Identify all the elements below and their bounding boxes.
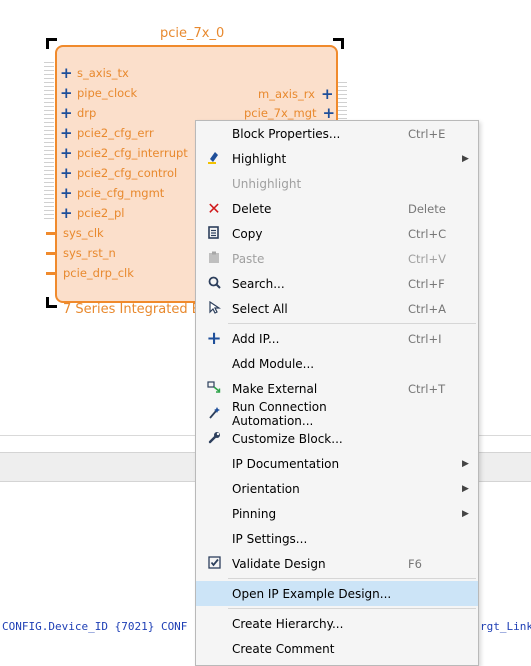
menu-item-paste[interactable]: Paste Ctrl+V: [196, 246, 478, 271]
tcl-console-line: CONFIG.Device_ID {7021} CONF: [2, 620, 188, 633]
menu-item-copy[interactable]: Copy Ctrl+C: [196, 221, 478, 246]
block-name-label: pcie_7x_0: [160, 26, 225, 41]
expand-plus-icon[interactable]: +: [60, 145, 77, 161]
search-icon: [196, 276, 232, 292]
expand-plus-icon[interactable]: +: [60, 65, 77, 81]
validate-check-icon: [196, 555, 232, 572]
expand-plus-icon[interactable]: +: [60, 185, 77, 201]
wrench-icon: [196, 431, 232, 447]
add-icon: +: [206, 327, 222, 349]
port-pcie-drp-clk[interactable]: pcie_drp_clk: [63, 263, 134, 283]
port-pipe-clock[interactable]: + pipe_clock: [60, 83, 137, 103]
select-all-icon: [196, 300, 232, 317]
pin-pcie-drp-clk[interactable]: [46, 272, 56, 275]
expand-plus-icon[interactable]: +: [60, 205, 77, 221]
interface-pins-left: [44, 62, 54, 222]
menu-item-validate-design[interactable]: Validate Design F6: [196, 551, 478, 576]
menu-item-pinning[interactable]: Pinning ▶: [196, 501, 478, 526]
menu-item-select-all[interactable]: Select All Ctrl+A: [196, 296, 478, 321]
submenu-arrow-icon: ▶: [462, 458, 469, 469]
menu-item-customize-block[interactable]: Customize Block...: [196, 426, 478, 451]
selection-corner-top-left: [46, 38, 57, 49]
menu-item-block-properties[interactable]: Block Properties... Ctrl+E: [196, 121, 478, 146]
port-pcie-cfg-mgmt[interactable]: + pcie_cfg_mgmt: [60, 183, 164, 203]
make-external-icon: [196, 380, 232, 397]
menu-item-add-ip[interactable]: + Add IP... Ctrl+I: [196, 326, 478, 351]
menu-item-make-external[interactable]: Make External Ctrl+T: [196, 376, 478, 401]
expand-plus-icon[interactable]: +: [323, 105, 340, 121]
port-s-axis-tx[interactable]: + s_axis_tx: [60, 63, 129, 83]
submenu-arrow-icon: ▶: [462, 153, 469, 164]
expand-plus-icon[interactable]: +: [60, 105, 77, 121]
port-m-axis-rx[interactable]: m_axis_rx +: [258, 84, 338, 104]
copy-icon: [196, 225, 232, 242]
paste-icon: [196, 251, 232, 267]
pin-sys-rst-n[interactable]: [46, 252, 56, 255]
context-menu: Block Properties... Ctrl+E Highlight ▶ U…: [195, 120, 479, 666]
pin-sys-clk[interactable]: [46, 232, 56, 235]
expand-plus-icon[interactable]: +: [60, 85, 77, 101]
expand-plus-icon[interactable]: +: [321, 86, 338, 102]
highlight-brush-icon: [196, 150, 232, 167]
port-sys-clk[interactable]: sys_clk: [63, 223, 104, 243]
port-pcie2-cfg-interrupt[interactable]: + pcie2_cfg_interrupt: [60, 143, 188, 163]
tcl-console-line-end: rgt_Link: [480, 620, 531, 633]
expand-plus-icon[interactable]: +: [60, 125, 77, 141]
port-sys-rst-n[interactable]: sys_rst_n: [63, 243, 116, 263]
menu-item-delete[interactable]: ✕ Delete Delete: [196, 196, 478, 221]
expand-plus-icon[interactable]: +: [60, 165, 77, 181]
delete-x-icon: ✕: [207, 198, 221, 218]
menu-item-create-comment[interactable]: Create Comment: [196, 636, 478, 661]
menu-item-create-hierarchy[interactable]: Create Hierarchy...: [196, 611, 478, 636]
port-pcie2-cfg-err[interactable]: + pcie2_cfg_err: [60, 123, 154, 143]
submenu-arrow-icon: ▶: [462, 483, 469, 494]
menu-item-search[interactable]: Search... Ctrl+F: [196, 271, 478, 296]
menu-item-add-module[interactable]: Add Module...: [196, 351, 478, 376]
submenu-arrow-icon: ▶: [462, 508, 469, 519]
menu-item-highlight[interactable]: Highlight ▶: [196, 146, 478, 171]
menu-item-orientation[interactable]: Orientation ▶: [196, 476, 478, 501]
menu-item-unhighlight[interactable]: Unhighlight: [196, 171, 478, 196]
port-pcie2-cfg-control[interactable]: + pcie2_cfg_control: [60, 163, 177, 183]
wand-icon: [196, 406, 232, 422]
menu-item-ip-settings[interactable]: IP Settings...: [196, 526, 478, 551]
menu-item-run-connection-automation[interactable]: Run Connection Automation...: [196, 400, 478, 428]
port-pcie2-pl[interactable]: + pcie2_pl: [60, 203, 124, 223]
port-drp[interactable]: + drp: [60, 103, 96, 123]
block-subtitle: 7 Series Integrated B: [63, 302, 201, 317]
menu-item-open-ip-example-design[interactable]: Open IP Example Design...: [196, 581, 478, 606]
menu-item-ip-documentation[interactable]: IP Documentation ▶: [196, 451, 478, 476]
